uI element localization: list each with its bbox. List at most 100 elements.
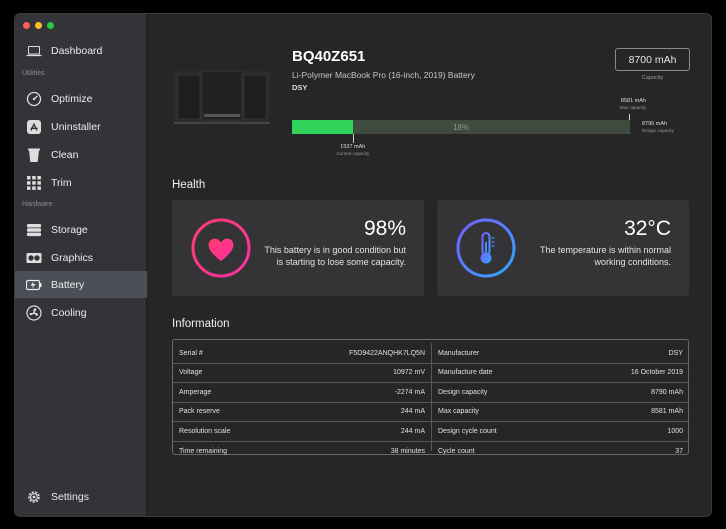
sidebar-item-graphics[interactable]: Graphics	[15, 244, 147, 271]
info-row: Time remaining 38 minutes	[173, 442, 431, 462]
info-label: Design capacity	[438, 388, 488, 396]
info-label: Resolution scale	[179, 427, 231, 435]
max-capacity-label: Max capacity	[619, 104, 646, 110]
zoom-window-button[interactable]	[47, 22, 54, 29]
sidebar-item-clean[interactable]: Clean	[15, 141, 147, 168]
info-value: 8790 mAh	[651, 388, 683, 396]
info-label: Max capacity	[438, 408, 479, 416]
sidebar-item-label: Graphics	[51, 251, 94, 264]
info-row: Resolution scale 244 mA	[173, 422, 431, 442]
battery-health-card: 98% This battery is in good condition bu…	[172, 200, 424, 296]
info-value: DSY	[668, 349, 683, 357]
info-label: Time remaining	[179, 447, 227, 455]
sidebar-item-storage[interactable]: Storage	[15, 216, 147, 243]
battery-description: Li-Polymer MacBook Pro (16-inch, 2019) B…	[292, 70, 475, 80]
battery-model: BQ40Z651	[292, 48, 366, 65]
info-label: Pack reserve	[179, 408, 220, 416]
info-value: 244 mA	[400, 408, 425, 416]
current-capacity-marker: 1537 mAh Current capacity	[328, 144, 378, 157]
sidebar-item-optimize[interactable]: Optimize	[15, 85, 147, 112]
info-label: Design cycle count	[438, 427, 497, 435]
info-value: 38 minutes	[390, 447, 425, 455]
temperature-message: The temperature is within normal working…	[539, 245, 671, 267]
info-row: Pack reserve 244 mA	[173, 403, 431, 422]
window-controls	[23, 22, 54, 29]
app-store-icon	[26, 119, 42, 135]
sidebar-item-label: Optimize	[51, 92, 93, 105]
sidebar-section-hardware: Hardware	[22, 201, 53, 208]
grid-icon	[26, 175, 42, 191]
battery-maker: DSY	[292, 83, 308, 92]
information-table: Serial # F5D9422ANQHK7LQ5N Voltage 10972 mV…	[172, 339, 689, 455]
information-heading: Information	[172, 318, 230, 330]
thermometer-icon	[456, 218, 516, 278]
close-window-button[interactable]	[23, 22, 30, 29]
sidebar-item-label: Trim	[51, 176, 72, 189]
info-row: Design cycle count 1000	[432, 422, 689, 442]
current-capacity-value: 1537 mAh	[340, 144, 366, 150]
sidebar-item-label: Clean	[51, 148, 79, 161]
charge-bar: 18%	[292, 120, 630, 134]
battery-image	[174, 70, 270, 124]
charge-percent: 18%	[452, 122, 469, 132]
health-heading: Health	[172, 179, 206, 191]
info-value: -2274 mA	[394, 388, 425, 396]
info-row: Amperage -2274 mA	[173, 383, 431, 403]
sidebar-item-label: Battery	[51, 278, 85, 291]
info-value: F5D9422ANQHK7LQ5N	[349, 349, 425, 357]
design-capacity-label: Design capacity	[642, 127, 674, 133]
max-capacity-marker: 8581 mAh Max capacity	[606, 98, 646, 111]
drive-icon	[26, 222, 42, 238]
sidebar-section-utilities: Utilities	[22, 70, 45, 77]
capacity-label: Capacity	[641, 75, 664, 81]
info-value: 37	[675, 447, 683, 455]
gear-icon	[26, 489, 42, 505]
temperature-card: 32°C The temperature is within normal wo…	[437, 200, 689, 296]
battery-icon	[26, 277, 42, 293]
info-row: Manufacture date 16 October 2019	[432, 364, 689, 383]
info-row: Voltage 10972 mV	[173, 364, 431, 383]
info-row: Max capacity 8581 mAh	[432, 403, 689, 422]
minimize-window-button[interactable]	[35, 22, 42, 29]
gpu-icon	[26, 250, 42, 266]
sidebar-item-uninstaller[interactable]: Uninstaller	[15, 113, 147, 140]
info-row: Manufacturer DSY	[432, 344, 689, 364]
info-value: 10972 mV	[393, 369, 425, 377]
info-value: 244 mA	[400, 427, 425, 435]
info-row: Cycle count 37	[432, 442, 689, 462]
battery-health-value: 98%	[363, 217, 406, 240]
info-label: Serial #	[179, 349, 203, 357]
gauge-icon	[26, 91, 42, 107]
settings-label: Settings	[51, 490, 89, 503]
current-capacity-tick	[352, 134, 354, 143]
current-capacity-label: Current capacity	[336, 150, 370, 156]
sidebar-item-cooling[interactable]: Cooling	[15, 299, 147, 326]
info-value: 8581 mAh	[651, 408, 683, 416]
design-capacity-value: 8790 mAh	[642, 121, 668, 127]
sidebar-item-dashboard[interactable]: Dashboard	[15, 37, 147, 64]
battery-health-message: This battery is in good condition but is…	[264, 245, 406, 267]
heart-icon	[191, 218, 251, 278]
fan-icon	[26, 304, 42, 321]
info-label: Voltage	[179, 369, 203, 377]
info-label: Cycle count	[438, 447, 475, 455]
info-row: Serial # F5D9422ANQHK7LQ5N	[173, 344, 431, 364]
sidebar-item-label: Dashboard	[51, 44, 103, 57]
trash-icon	[26, 147, 42, 163]
settings-button[interactable]: Settings	[15, 483, 147, 510]
sidebar-item-trim[interactable]: Trim	[15, 169, 147, 196]
info-label: Manufacture date	[438, 369, 493, 377]
app-window: Dashboard Utilities Optimize Uninstaller…	[14, 13, 712, 517]
sidebar-item-label: Uninstaller	[51, 120, 101, 133]
info-row: Design capacity 8790 mAh	[432, 383, 689, 403]
laptop-icon	[26, 43, 42, 59]
design-capacity-marker: 8790 mAh Design capacity	[642, 121, 674, 134]
capacity-value: 8700 mAh	[615, 48, 690, 71]
sidebar: Dashboard Utilities Optimize Uninstaller…	[15, 14, 147, 516]
sidebar-item-label: Cooling	[51, 306, 87, 319]
sidebar-item-battery[interactable]: Battery	[15, 271, 147, 298]
info-label: Amperage	[179, 388, 212, 396]
max-capacity-value: 8581 mAh	[620, 98, 646, 104]
sidebar-item-label: Storage	[51, 223, 88, 236]
main-panel: BQ40Z651 Li-Polymer MacBook Pro (16-inch…	[148, 14, 711, 516]
